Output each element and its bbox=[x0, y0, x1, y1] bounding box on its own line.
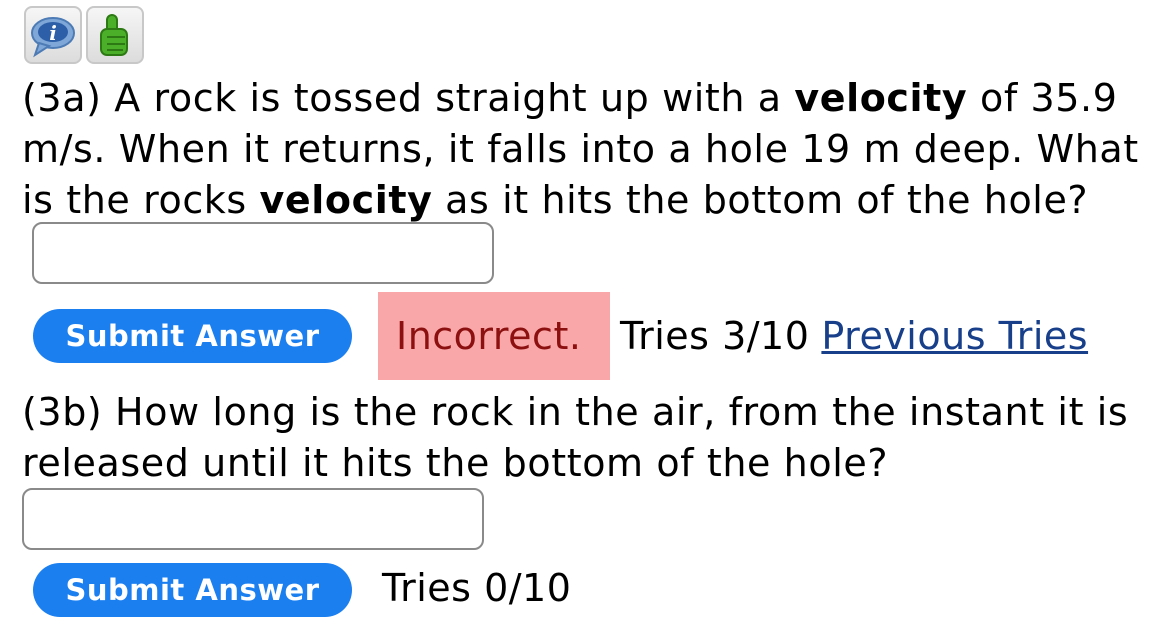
q3b-tries-count: Tries 0/10 bbox=[382, 566, 572, 610]
q3b-status-row: Tries 0/10 bbox=[382, 566, 571, 610]
question-3a-text: (3a) A rock is tossed straight up with a… bbox=[22, 73, 1162, 288]
q3a-incorrect-badge: Incorrect. bbox=[378, 292, 610, 380]
q3a-previous-tries-link[interactable]: Previous Tries bbox=[821, 314, 1088, 358]
toolbar-icons: i bbox=[24, 6, 144, 64]
thumbs-up-icon bbox=[100, 14, 128, 56]
info-icon-letter: i bbox=[49, 21, 57, 45]
q3a-submit-button[interactable]: Submit Answer bbox=[33, 309, 352, 363]
q3a-status-row: Incorrect. Tries 3/10 Previous Tries bbox=[378, 292, 1088, 380]
question-3b-text: (3b) How long is the rock in the air, fr… bbox=[22, 390, 1129, 485]
q3a-text-part-1: (3a) A rock is tossed straight up with a bbox=[22, 76, 795, 120]
q3a-text-part-3: as it hits the bottom of the hole? bbox=[432, 178, 1089, 222]
q3b-answer-input[interactable] bbox=[22, 488, 484, 550]
q3a-bold-velocity-1: velocity bbox=[794, 76, 968, 120]
thumbs-up-button[interactable] bbox=[86, 6, 144, 64]
q3b-submit-button[interactable]: Submit Answer bbox=[33, 563, 352, 617]
info-button[interactable]: i bbox=[24, 6, 82, 64]
q3a-tries-count: Tries 3/10 bbox=[620, 314, 810, 358]
info-icon: i bbox=[31, 17, 75, 58]
q3a-answer-input[interactable] bbox=[32, 222, 494, 284]
q3a-bold-velocity-2: velocity bbox=[259, 178, 433, 222]
